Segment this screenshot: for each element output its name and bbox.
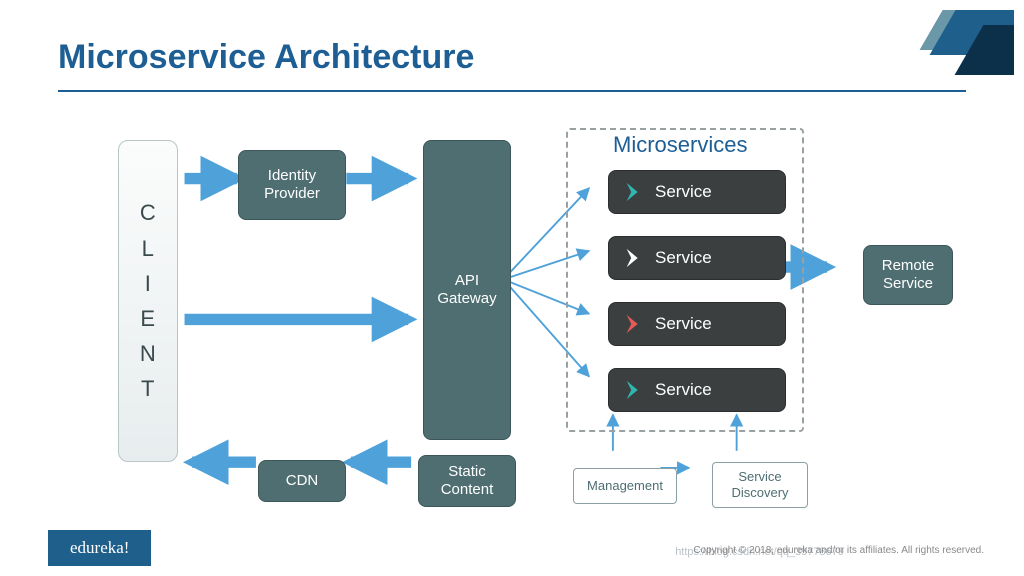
service-discovery-box: Service Discovery (712, 462, 808, 508)
service-label: Service (655, 314, 712, 334)
microservices-heading: Microservices (613, 132, 747, 158)
chevron-icon (623, 179, 645, 205)
chevron-icon (623, 377, 645, 403)
identity-provider-box: Identity Provider (238, 150, 346, 220)
slide-title: Microservice Architecture (58, 38, 474, 77)
service-label: Service (655, 182, 712, 202)
brand-badge: edureka! (48, 530, 151, 566)
client-box: C L I E N T (118, 140, 178, 462)
chevron-icon (623, 311, 645, 337)
static-content-box: Static Content (418, 455, 516, 507)
watermark-text: https://blog.csdn.net/qq_39778679 (675, 546, 844, 558)
api-gateway-box: API Gateway (423, 140, 511, 440)
remote-service-box: Remote Service (863, 245, 953, 305)
chevron-icon (623, 245, 645, 271)
service-label: Service (655, 248, 712, 268)
client-label: C L I E N T (140, 195, 156, 406)
service-box-4: Service (608, 368, 786, 412)
cdn-box: CDN (258, 460, 346, 502)
arrows-layer (58, 110, 966, 506)
service-box-3: Service (608, 302, 786, 346)
corner-decoration (894, 10, 1014, 80)
diagram-stage: C L I E N T Identity Provider API Gatewa… (58, 110, 966, 506)
service-box-1: Service (608, 170, 786, 214)
title-rule (58, 90, 966, 92)
service-label: Service (655, 380, 712, 400)
service-box-2: Service (608, 236, 786, 280)
management-box: Management (573, 468, 677, 504)
